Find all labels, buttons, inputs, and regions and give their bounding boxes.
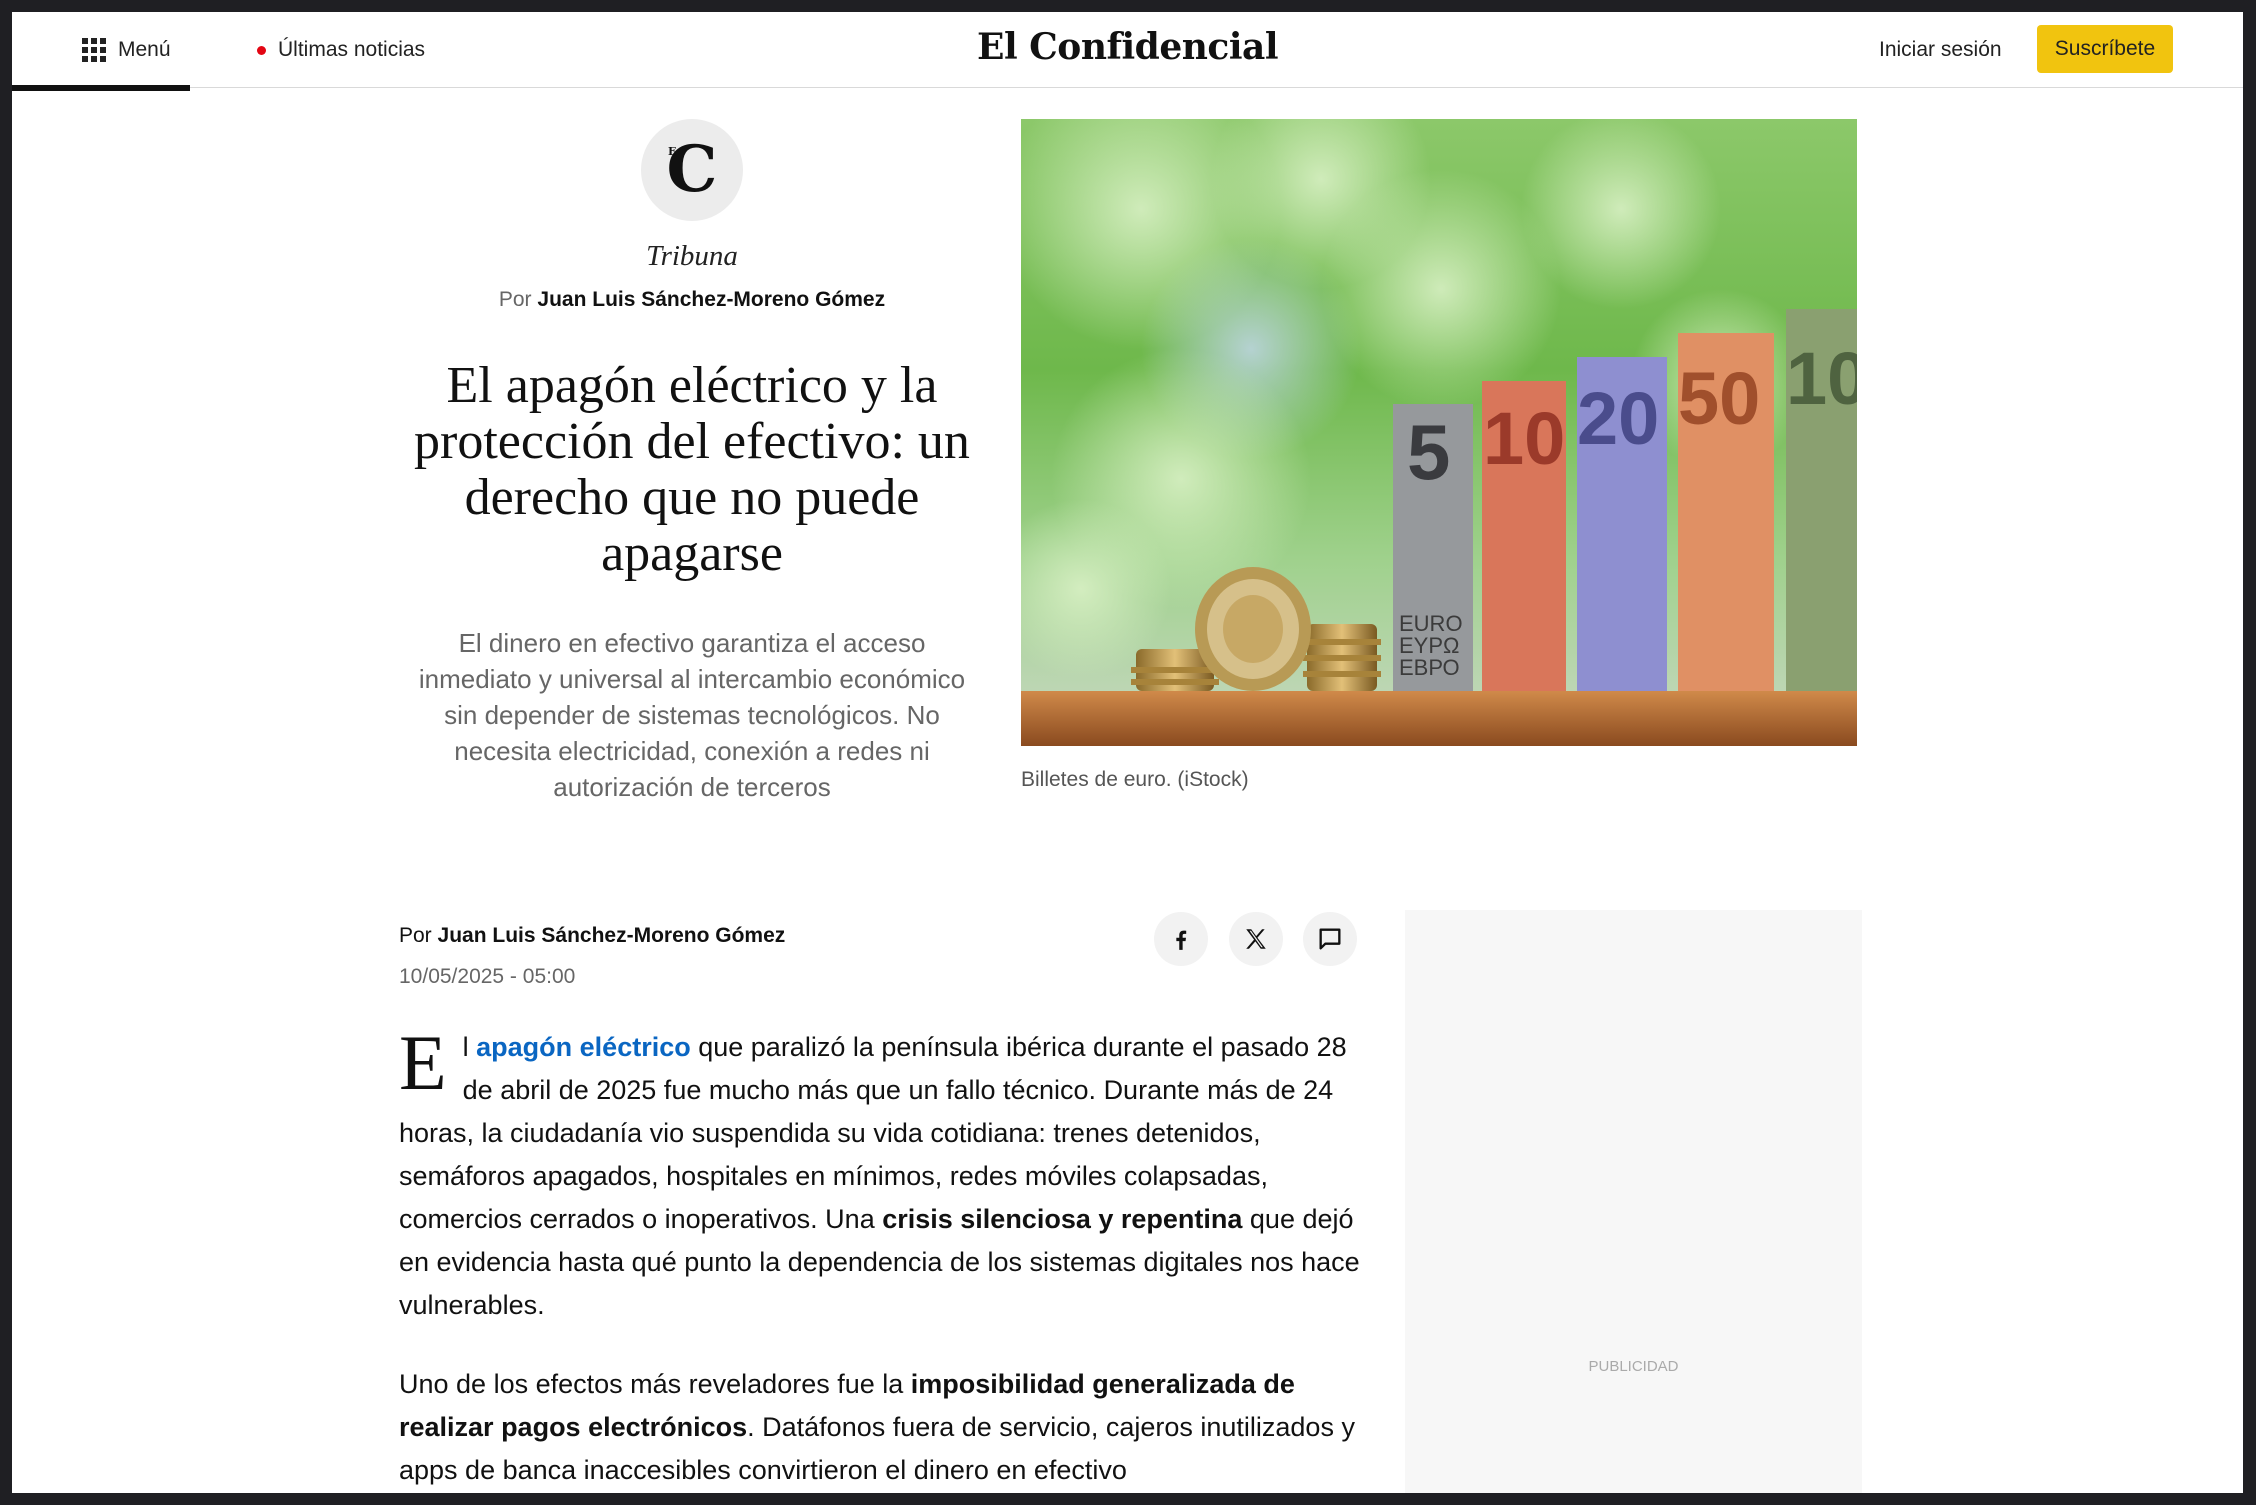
share-facebook-button[interactable] <box>1154 912 1208 966</box>
inline-link-apagon[interactable]: apagón eléctrico <box>476 1032 691 1062</box>
browser-viewport: Menú Últimas noticias El Confidencial In… <box>12 12 2243 1493</box>
hero-byline: Por Juan Luis Sánchez-Moreno Gómez <box>392 288 992 312</box>
ad-label: PUBLICIDAD <box>1588 1358 1679 1375</box>
rolled-euro-banknotes-illustration: 5 10 20 50 100 EURO ΕΥΡΩ ЕВРО <box>1021 119 1857 746</box>
svg-text:ЕВРО: ЕВРО <box>1399 655 1460 680</box>
author-link[interactable]: Juan Luis Sánchez-Moreno Gómez <box>537 288 885 311</box>
comment-icon <box>1319 928 1341 950</box>
hero-image: 5 10 20 50 100 EURO ΕΥΡΩ ЕВРО <box>1021 119 1857 746</box>
share-x-button[interactable] <box>1229 912 1283 966</box>
article-title: El apagón eléctrico y la protección del … <box>414 357 970 582</box>
article-byline: Por Juan Luis Sánchez-Moreno Gómez <box>399 924 785 948</box>
publish-date: 10/05/2025 - 05:00 <box>399 965 576 988</box>
section-name[interactable]: Tribuna <box>392 240 992 273</box>
section-logo-small-letter: E <box>668 145 677 158</box>
article-body: El apagón eléctrico que paralizó la pení… <box>399 1019 1361 1493</box>
comments-button[interactable] <box>1303 912 1357 966</box>
svg-text:10: 10 <box>1483 397 1565 480</box>
svg-text:50: 50 <box>1678 357 1760 440</box>
text: Uno de los efectos más reveladores fue l… <box>399 1369 911 1399</box>
svg-text:5: 5 <box>1407 408 1450 496</box>
subscribe-button[interactable]: Suscríbete <box>2037 25 2173 73</box>
facebook-icon <box>1176 930 1187 950</box>
x-icon <box>1246 929 1266 949</box>
byline-prefix: Por <box>399 924 432 947</box>
image-caption: Billetes de euro. (iStock) <box>1021 768 1249 791</box>
active-tab-indicator <box>12 85 190 91</box>
article-subtitle: El dinero en efectivo garantiza el acces… <box>418 628 966 802</box>
section-logo[interactable]: E C <box>641 119 743 221</box>
login-link[interactable]: Iniciar sesión <box>1879 34 2002 66</box>
paragraph: El apagón eléctrico que paralizó la pení… <box>399 1019 1361 1327</box>
paragraph: Uno de los efectos más reveladores fue l… <box>399 1363 1361 1492</box>
advertisement-slot[interactable]: PUBLICIDAD <box>1405 910 1862 1493</box>
svg-text:100: 100 <box>1786 337 1857 420</box>
svg-text:20: 20 <box>1577 377 1659 460</box>
bold-text: crisis silenciosa y repentina <box>882 1204 1243 1234</box>
author-link[interactable]: Juan Luis Sánchez-Moreno Gómez <box>438 924 786 947</box>
byline-prefix: Por <box>498 288 532 311</box>
text: l <box>462 1032 477 1062</box>
drop-cap: E <box>399 1019 447 1106</box>
site-header: Menú Últimas noticias El Confidencial In… <box>12 12 2243 91</box>
